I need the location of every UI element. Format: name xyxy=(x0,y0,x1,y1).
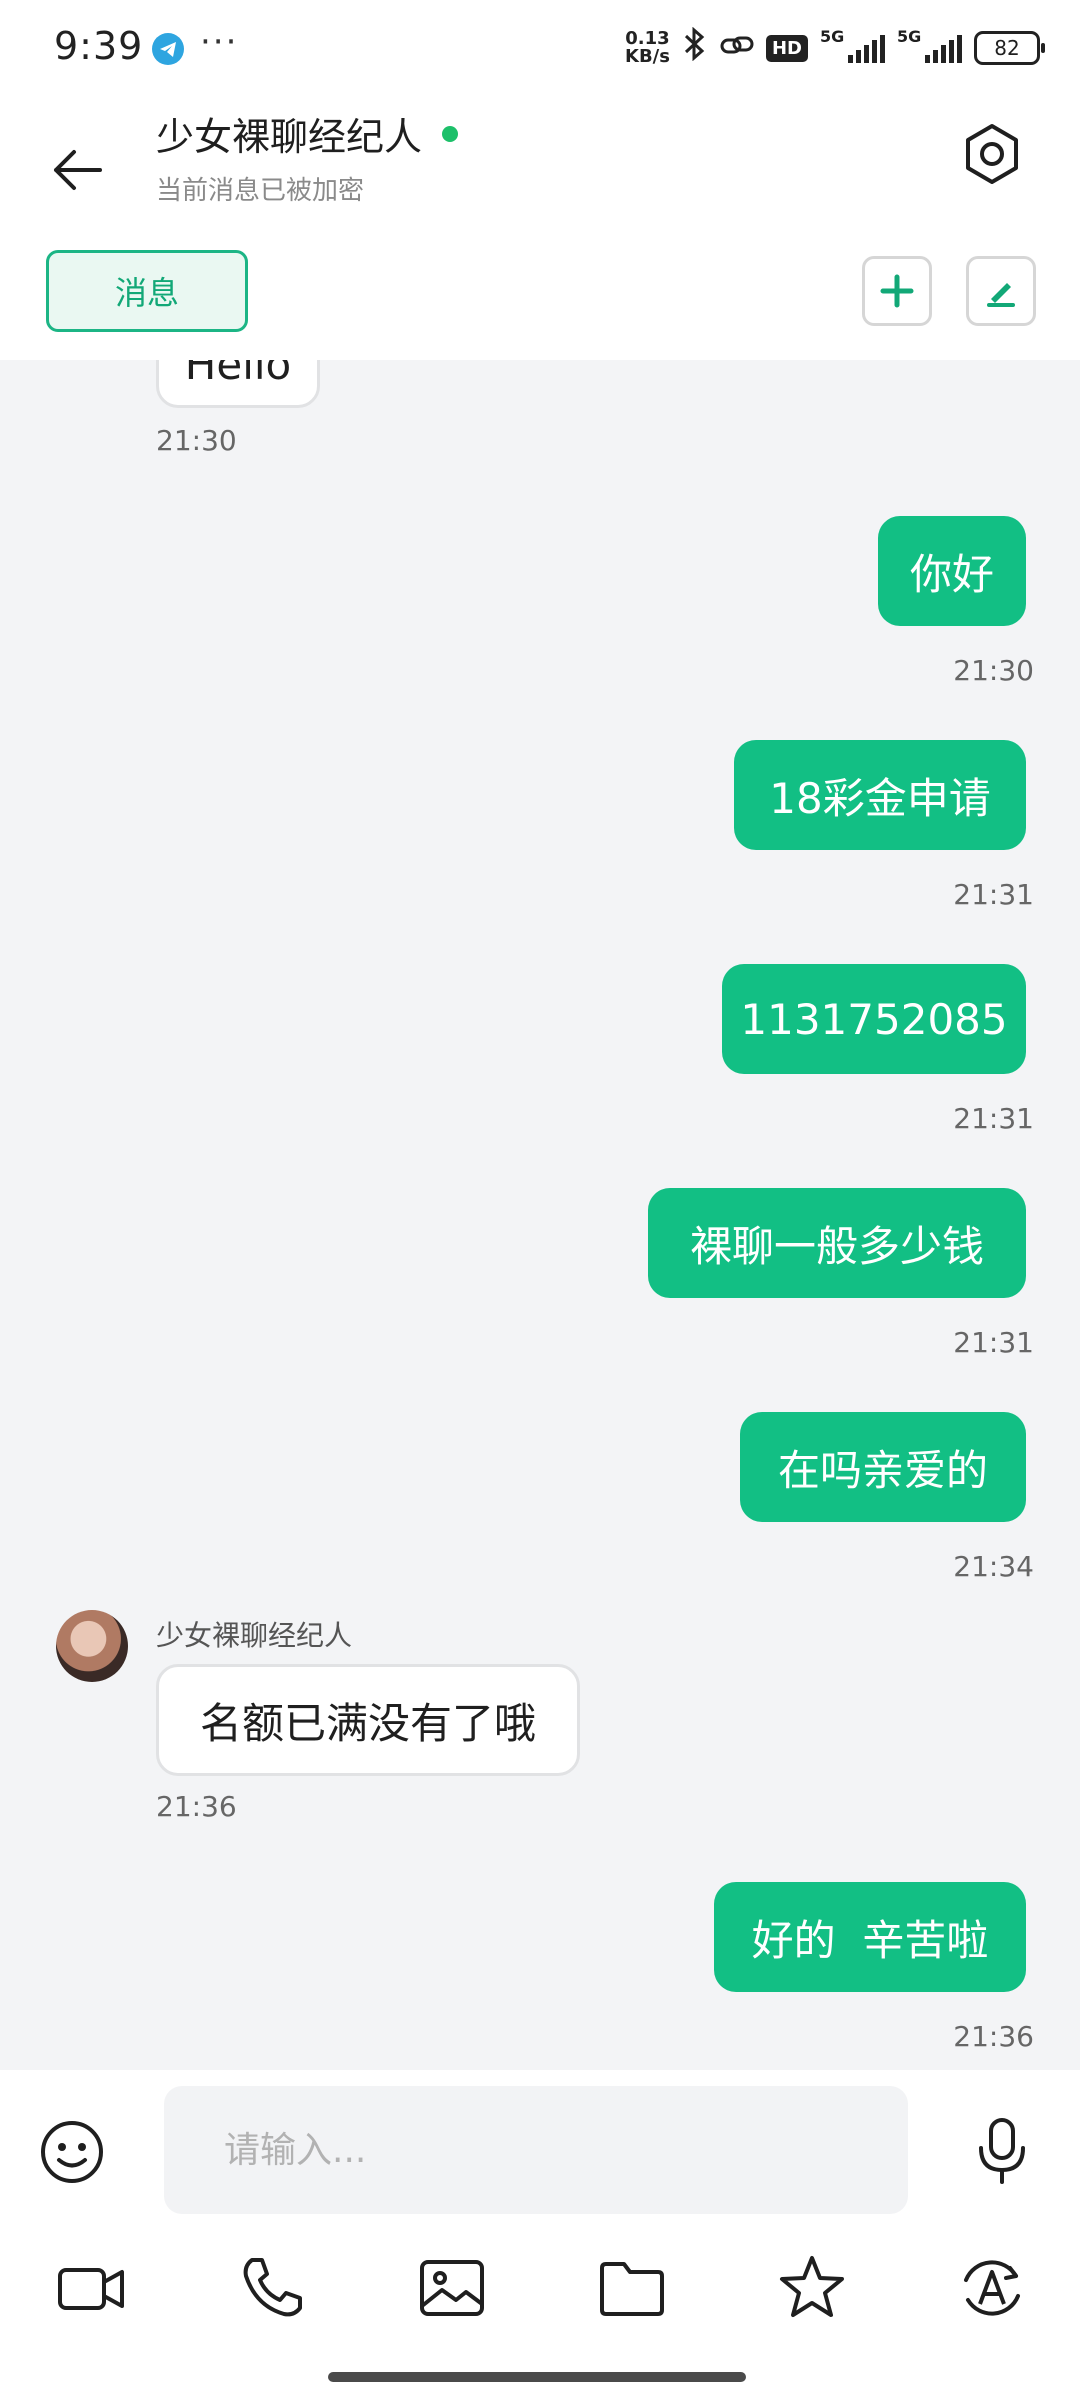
translate-button[interactable] xyxy=(954,2250,1030,2326)
microphone-icon xyxy=(979,2118,1025,2184)
battery-level: 82 xyxy=(994,36,1020,60)
voice-button[interactable] xyxy=(972,2114,1032,2186)
video-icon xyxy=(58,2268,124,2310)
message-text: 你好 xyxy=(909,549,994,599)
composer xyxy=(0,2070,1080,2400)
message-text: 裸聊一般多少钱 xyxy=(689,1221,984,1271)
sim2-network-label: 5G xyxy=(897,27,922,46)
settings-icon xyxy=(966,124,1018,184)
status-time: 9:39 xyxy=(54,24,144,68)
network-speed-unit: KB/s xyxy=(625,46,670,67)
translate-icon xyxy=(964,2260,1020,2316)
message-bubble-outgoing[interactable]: 在吗亲爱的 xyxy=(740,1412,1026,1522)
network-speed: 0.13 KB/s xyxy=(625,30,670,66)
signal-icon: 5G xyxy=(820,27,885,63)
message-timestamp: 21:36 xyxy=(156,1790,237,1823)
file-button[interactable] xyxy=(594,2250,670,2326)
message-text: 18彩金申请 xyxy=(769,773,991,823)
battery-icon: 82 xyxy=(974,31,1045,65)
message-timestamp: 21:30 xyxy=(953,654,1034,687)
bluetooth-icon xyxy=(682,26,708,69)
pencil-icon xyxy=(987,283,1015,307)
message-bubble-outgoing[interactable]: 1131752085 xyxy=(722,964,1026,1074)
phone-icon xyxy=(243,2258,302,2317)
link-icon xyxy=(720,31,754,66)
voice-call-button[interactable] xyxy=(234,2250,310,2326)
home-indicator[interactable] xyxy=(328,2372,746,2382)
folder-icon xyxy=(600,2262,664,2316)
message-text: Hello xyxy=(184,360,292,389)
message-bubble-incoming[interactable]: 名额已满没有了哦 xyxy=(156,1664,580,1776)
image-button[interactable] xyxy=(414,2250,490,2326)
message-text: 名额已满没有了哦 xyxy=(199,1698,536,1748)
message-list[interactable]: Hello 21:30 你好 21:30 18彩金申请 21:31 113175… xyxy=(0,360,1080,2070)
message-bubble-outgoing[interactable]: 18彩金申请 xyxy=(734,740,1026,850)
tab-messages[interactable]: 消息 xyxy=(46,250,248,332)
avatar[interactable] xyxy=(56,1610,128,1682)
status-bar: 9:39 ··· 0.13 KB/s HD 5G 5G 82 xyxy=(0,0,1080,96)
message-timestamp: 21:30 xyxy=(156,424,237,457)
add-button[interactable] xyxy=(862,256,932,326)
emoji-button[interactable] xyxy=(38,2118,106,2186)
message-bubble-incoming[interactable]: Hello xyxy=(156,360,320,408)
message-text: 1131752085 xyxy=(740,994,1008,1044)
image-icon xyxy=(420,2260,484,2316)
hd-voice-badge: HD xyxy=(765,34,808,62)
edit-button[interactable] xyxy=(966,256,1036,326)
message-input[interactable] xyxy=(164,2086,908,2214)
sender-name: 少女裸聊经纪人 xyxy=(156,1619,353,1652)
message-timestamp: 21:34 xyxy=(953,1550,1034,1583)
message-text: 在吗亲爱的 xyxy=(777,1445,988,1495)
emoji-icon xyxy=(41,2121,103,2183)
chat-title: 少女裸聊经纪人 xyxy=(156,115,423,159)
message-timestamp: 21:36 xyxy=(953,2020,1034,2053)
message-timestamp: 21:31 xyxy=(953,1102,1034,1135)
message-bubble-outgoing[interactable]: 裸聊一般多少钱 xyxy=(648,1188,1026,1298)
message-bubble-outgoing[interactable]: 好的 辛苦啦 xyxy=(714,1882,1026,1992)
message-bubble-outgoing[interactable]: 你好 xyxy=(878,516,1026,626)
message-timestamp: 21:31 xyxy=(953,878,1034,911)
sim1-network-label: 5G xyxy=(820,27,845,46)
online-status-dot xyxy=(442,126,458,142)
signal-icon-2: 5G xyxy=(897,27,962,63)
telegram-icon xyxy=(152,33,184,65)
video-call-button[interactable] xyxy=(54,2250,130,2326)
message-text: 好的 辛苦啦 xyxy=(751,1915,989,1965)
encryption-notice: 当前消息已被加密 xyxy=(156,176,365,206)
plus-icon xyxy=(880,274,914,308)
star-icon xyxy=(780,2256,844,2317)
more-notifications-icon: ··· xyxy=(200,22,239,62)
settings-button[interactable] xyxy=(956,118,1028,190)
back-button[interactable] xyxy=(42,134,114,206)
message-timestamp: 21:31 xyxy=(953,1326,1034,1359)
favorite-button[interactable] xyxy=(774,2250,850,2326)
